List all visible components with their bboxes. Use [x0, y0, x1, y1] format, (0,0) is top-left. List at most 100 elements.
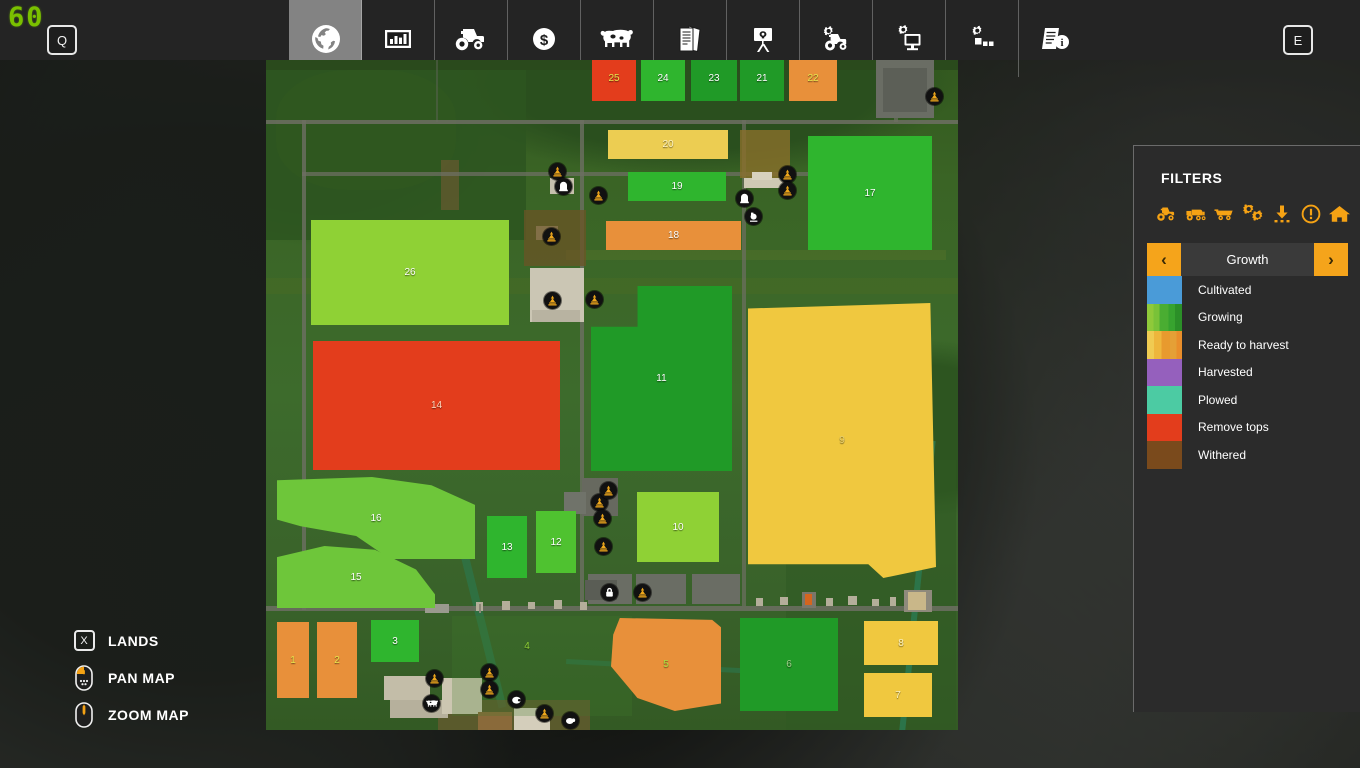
sell-point-icon[interactable] [586, 291, 603, 308]
map-field[interactable]: 3 [371, 620, 419, 662]
map-road-horizontal [266, 120, 958, 124]
sell-point-icon[interactable] [594, 510, 611, 527]
filters-panel[interactable]: FILTERS ‹ Growth › Cultivated Growing Re… [1133, 145, 1360, 712]
hint-zoom-map[interactable]: ZOOM MAP [70, 696, 280, 733]
prev-page-key-q[interactable]: Q [47, 25, 77, 55]
tractor-icon[interactable] [1156, 203, 1177, 224]
map-signpost [780, 597, 788, 605]
map-signpost [890, 597, 896, 606]
gear-monitor-icon [894, 24, 924, 54]
map-field[interactable]: 7 [864, 673, 932, 717]
legend-label: Growing [1198, 310, 1243, 325]
map-field-number: 25 [608, 72, 620, 84]
map-field-number: 11 [656, 373, 667, 384]
map-signpost [479, 604, 481, 613]
map-field[interactable]: 10 [637, 492, 719, 562]
legend-row[interactable]: Harvested [1147, 358, 1351, 386]
map-field[interactable]: 26 [311, 220, 509, 325]
map-farm-buildings [384, 676, 430, 700]
map-field-number: 10 [672, 521, 684, 533]
map-field-number: 16 [370, 512, 382, 524]
map-field-number: 1 [290, 654, 296, 666]
map-field[interactable]: 24 [641, 60, 685, 101]
cow-icon [600, 27, 634, 51]
sell-point-icon[interactable] [779, 166, 796, 183]
legend-label: Harvested [1198, 365, 1253, 380]
sell-point-icon[interactable] [779, 182, 796, 199]
pig-marker-icon[interactable] [508, 691, 525, 708]
legend-label: Remove tops [1198, 420, 1269, 435]
map-field[interactable]: 20 [608, 130, 728, 159]
map-field[interactable]: 8 [864, 621, 938, 665]
home-icon[interactable] [1328, 203, 1350, 224]
map-field-number: 19 [671, 181, 683, 192]
legend-color-swatch [1147, 276, 1182, 304]
map-field[interactable]: 23 [691, 60, 737, 101]
sell-point-icon[interactable] [926, 88, 943, 105]
map-signpost [502, 601, 510, 610]
map-field-number: 13 [501, 541, 513, 553]
bar-chart-icon [383, 24, 413, 54]
sell-point-icon[interactable] [595, 538, 612, 555]
map-field[interactable]: 6 [740, 618, 838, 711]
lock-icon[interactable] [601, 584, 618, 601]
cow-marker-icon[interactable] [423, 695, 440, 712]
warning-exclamation-icon[interactable] [1300, 203, 1321, 224]
terrain-dirt-patch [441, 160, 459, 210]
map-field[interactable]: 21 [740, 60, 784, 101]
map-field[interactable]: 12 [536, 511, 576, 573]
filter-category-selector[interactable]: ‹ Growth › [1147, 243, 1348, 276]
legend-row[interactable]: Plowed [1147, 386, 1351, 414]
combine-harvester-icon[interactable] [1185, 203, 1206, 224]
sell-point-icon[interactable] [634, 584, 651, 601]
legend-row[interactable]: Cultivated [1147, 276, 1351, 304]
map-signpost [805, 594, 812, 605]
sell-point-icon[interactable] [481, 664, 498, 681]
map-field-number: 21 [756, 72, 768, 84]
sell-point-icon[interactable] [481, 681, 498, 698]
map-field[interactable]: 19 [628, 172, 726, 201]
next-page-key-e[interactable]: E [1283, 25, 1313, 55]
easel-icon [749, 24, 777, 54]
map-field-number: 22 [807, 72, 819, 84]
svg-text:i: i [1060, 37, 1063, 49]
sheep-marker-icon[interactable] [562, 712, 579, 729]
legend-row[interactable]: Ready to harvest [1147, 331, 1351, 359]
map-shop-building [908, 592, 926, 610]
map-field[interactable]: 25 [592, 60, 636, 101]
map-field[interactable]: 4 [452, 616, 602, 676]
map-field[interactable]: 13 [487, 516, 527, 578]
map-field[interactable]: 22 [789, 60, 837, 101]
sell-point-icon[interactable] [536, 705, 553, 722]
legend-row[interactable]: Withered [1147, 441, 1351, 469]
control-hints: X LANDS PAN MAP ZOOM MAP [70, 622, 280, 733]
filter-next-button[interactable]: › [1314, 243, 1348, 276]
sell-point-icon[interactable] [600, 482, 617, 499]
map-field[interactable]: 18 [606, 221, 741, 250]
map-field-number: 12 [550, 536, 562, 548]
map-field[interactable]: 2 [317, 622, 357, 698]
sell-point-icon[interactable] [590, 187, 607, 204]
silo-icon[interactable] [736, 190, 753, 207]
hint-lands[interactable]: X LANDS [70, 622, 280, 659]
tab-help[interactable]: i [1019, 0, 1092, 77]
map-field[interactable]: 1 [277, 622, 309, 698]
sell-point-icon[interactable] [426, 670, 443, 687]
legend-row[interactable]: Growing [1147, 303, 1351, 331]
trailer-icon[interactable] [1214, 203, 1235, 224]
map-field[interactable]: 17 [808, 136, 932, 250]
sell-point-icon[interactable] [543, 228, 560, 245]
silo-icon[interactable] [555, 178, 572, 195]
unload-arrow-icon[interactable] [1271, 203, 1292, 224]
legend-row[interactable]: Remove tops [1147, 413, 1351, 441]
hint-pan-map[interactable]: PAN MAP [70, 659, 280, 696]
map-field-number: 9 [839, 435, 845, 446]
sell-point-icon[interactable] [544, 292, 561, 309]
map-field[interactable]: 9 [748, 303, 936, 578]
filter-prev-button[interactable]: ‹ [1147, 243, 1181, 276]
workshop-icon[interactable] [745, 208, 762, 225]
map-road-vertical [580, 120, 584, 610]
map-field[interactable]: 14 [313, 341, 560, 470]
farm-map-panel[interactable]: 25 24 23 21 22 20 19 18 17 26 14 11 9 10 16 15 13 12 1 2 3 4 5… [266, 60, 958, 730]
implements-gears-icon[interactable] [1242, 203, 1263, 224]
